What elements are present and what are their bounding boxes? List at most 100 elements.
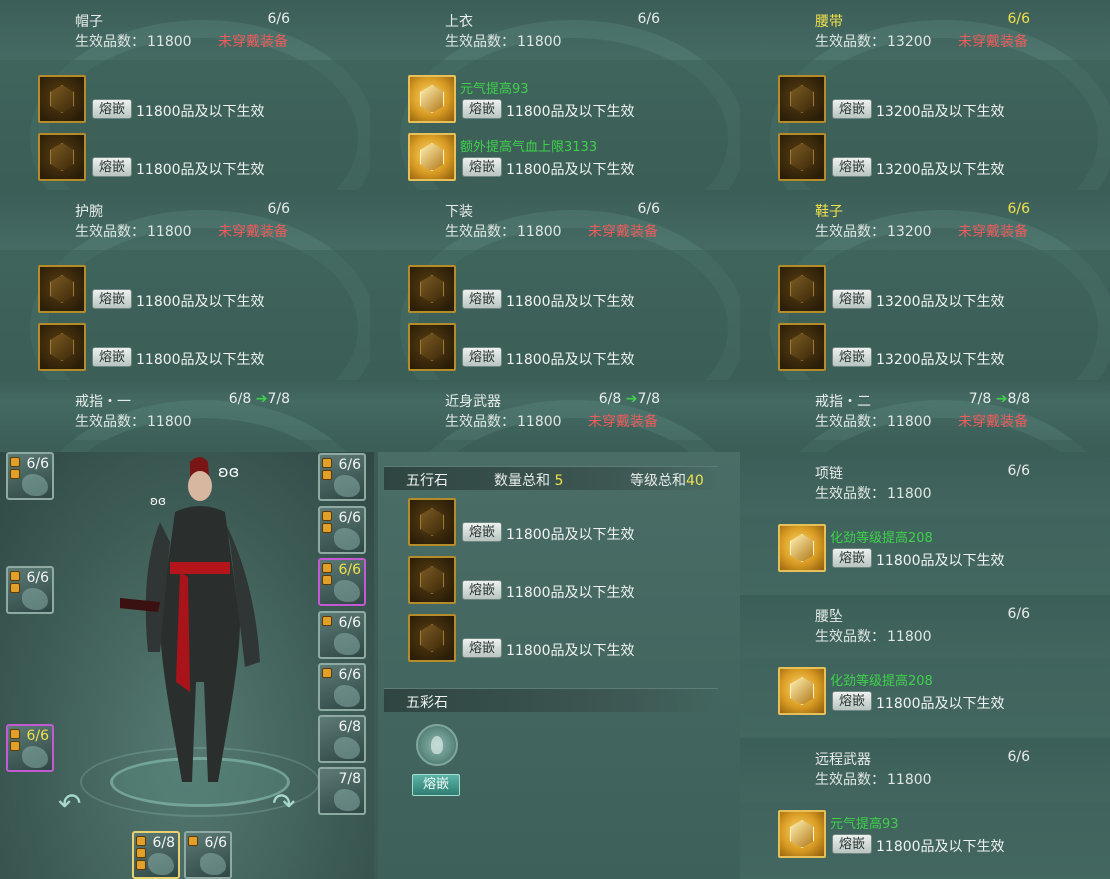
inlay-button[interactable]: 熔嵌 (92, 289, 133, 309)
quality-value: 11800 (147, 414, 192, 430)
inlay-button[interactable]: 熔嵌 (832, 289, 873, 309)
upgrade-arrow-icon: ➔ (625, 391, 638, 407)
slot-title: 近身武器 (445, 394, 501, 410)
slot-count: 6/6 (1007, 201, 1030, 217)
equip-slot[interactable]: 6/6 (6, 724, 54, 772)
quality-label: 生效品数： (815, 486, 885, 502)
inlay-button[interactable]: 熔嵌 (92, 157, 133, 177)
gem-row: 熔嵌 13200品及以下生效 (778, 75, 1108, 123)
gem-row: 熔嵌 13200品及以下生效 (778, 323, 1108, 371)
wuxing-title: 五行石 (406, 473, 448, 489)
equip-slot[interactable]: 6/6 (318, 558, 366, 606)
slot-title: 帽子 (75, 14, 103, 30)
quality-value: 11800 (517, 414, 562, 430)
equip-slot[interactable]: 6/6 (318, 453, 366, 501)
gem-socket-icon[interactable] (408, 75, 456, 123)
wuxing-row: 熔嵌 11800品及以下生效 (408, 556, 738, 604)
gem-requirement: 11800品及以下生效 (506, 527, 635, 543)
gem-row: 熔嵌 11800品及以下生效 (38, 265, 368, 313)
upgrade-count: 8/8 (1007, 391, 1030, 407)
slot-count: 6/6 (637, 11, 660, 27)
equip-slot[interactable]: 6/6 (184, 831, 232, 879)
quality-label: 生效品数： (815, 224, 885, 240)
inlay-button[interactable]: 熔嵌 (92, 99, 133, 119)
gem-socket-icon[interactable] (408, 614, 456, 662)
inlay-button[interactable]: 熔嵌 (462, 580, 503, 600)
quality-label: 生效品数： (445, 34, 515, 50)
inlay-button[interactable]: 熔嵌 (832, 99, 873, 119)
gem-bonus: 元气提高93 (830, 817, 899, 832)
quality-value: 11800 (147, 224, 192, 240)
equip-slot[interactable]: 6/6 (6, 566, 54, 614)
quality-value: 11800 (147, 34, 192, 50)
equip-slot[interactable]: 6/6 (318, 611, 366, 659)
inlay-button[interactable]: 熔嵌 (462, 157, 503, 177)
gem-socket-icon[interactable] (408, 323, 456, 371)
slot-level: 6/6 (26, 570, 49, 586)
gem-socket-icon[interactable] (38, 75, 86, 123)
equip-slot[interactable]: 6/6 (6, 452, 54, 500)
current-count: 7/8 (968, 391, 992, 407)
slot-title: 戒指・一 (75, 394, 131, 410)
equip-slot[interactable]: 7/8 (318, 767, 366, 815)
gem-socket-icon[interactable] (778, 810, 826, 858)
slot-panel-ring2: 戒指・二 7/8 ➔8/8 生效品数： 11800 未穿戴装备 (740, 380, 1110, 452)
rotate-left-icon[interactable]: ↶ (58, 787, 98, 820)
slot-panel-wrist: 护腕 6/6 生效品数： 11800 未穿戴装备 熔嵌 11800品及以下生效 熔… (0, 190, 370, 380)
slot-count: 6/6 (1007, 749, 1030, 765)
gem-requirement: 11800品及以下生效 (506, 643, 635, 659)
current-count: 6/8 (228, 391, 252, 407)
slot-level: 6/8 (152, 835, 175, 851)
slot-count: 7/8 ➔8/8 (890, 391, 1030, 407)
inlay-button[interactable]: 熔嵌 (832, 157, 873, 177)
inlay-button[interactable]: 熔嵌 (832, 548, 873, 568)
gem-row: 熔嵌 11800品及以下生效 (408, 323, 738, 371)
not-equipped-warning: 未穿戴装备 (218, 34, 288, 50)
slot-count: 6/6 (1007, 606, 1030, 622)
gem-requirement: 11800品及以下生效 (506, 104, 635, 120)
gem-socket-icon[interactable] (408, 498, 456, 546)
inlay-button[interactable]: 熔嵌 (462, 522, 503, 542)
not-equipped-warning: 未穿戴装备 (218, 224, 288, 240)
inlay-button[interactable]: 熔嵌 (462, 289, 503, 309)
gem-socket-icon[interactable] (38, 133, 86, 181)
quality-label: 生效品数： (815, 772, 885, 788)
color-stone-icon[interactable] (416, 724, 458, 766)
equip-slot[interactable]: 6/8 (132, 831, 180, 879)
gem-requirement: 11800品及以下生效 (136, 352, 265, 368)
gem-socket-icon[interactable] (778, 265, 826, 313)
color-stone-inlay-button[interactable]: 熔嵌 (412, 774, 460, 796)
slot-quality: 生效品数： 11800 (445, 31, 562, 51)
inlay-button[interactable]: 熔嵌 (462, 638, 503, 658)
gem-socket-icon[interactable] (778, 667, 826, 715)
gem-socket-icon[interactable] (408, 556, 456, 604)
inlay-button[interactable]: 熔嵌 (462, 347, 503, 367)
inlay-button[interactable]: 熔嵌 (462, 99, 503, 119)
gem-bonus: 化劲等级提高208 (830, 674, 933, 689)
gem-socket-icon[interactable] (778, 133, 826, 181)
gem-socket-icon[interactable] (408, 265, 456, 313)
gem-socket-icon[interactable] (778, 75, 826, 123)
equip-slot[interactable]: 6/6 (318, 663, 366, 711)
inlay-button[interactable]: 熔嵌 (832, 834, 873, 854)
character-preview[interactable]: ↶ ↷ ʚɞ ʚɞ 6/6 6/6 6/6 6/6 6/6 6/6 6/6 6/… (0, 452, 374, 879)
quality-label: 生效品数： (815, 414, 885, 430)
gem-socket-icon[interactable] (778, 323, 826, 371)
upgrade-arrow-icon: ➔ (995, 391, 1008, 407)
inlay-button[interactable]: 熔嵌 (92, 347, 133, 367)
equip-slot[interactable]: 6/8 (318, 715, 366, 763)
wuxing-lvl: 等级总和40 (630, 470, 704, 490)
slot-count: 6/8 ➔7/8 (520, 391, 660, 407)
gem-socket-icon[interactable] (778, 524, 826, 572)
slot-title: 远程武器 (815, 752, 871, 768)
gem-socket-icon[interactable] (38, 323, 86, 371)
inlay-button[interactable]: 熔嵌 (832, 347, 873, 367)
not-equipped-warning: 未穿戴装备 (958, 224, 1028, 240)
gem-socket-icon[interactable] (408, 133, 456, 181)
inlay-button[interactable]: 熔嵌 (832, 691, 873, 711)
gem-socket-icon[interactable] (38, 265, 86, 313)
accessory-panel-ranged: 远程武器 6/6 生效品数： 11800 元气提高93 熔嵌 11800品及以下生… (740, 738, 1110, 879)
gem-bonus: 额外提高气血上限3133 (460, 140, 598, 155)
equip-slot[interactable]: 6/6 (318, 506, 366, 554)
gem-inlay-page: 帽子 6/6 生效品数： 11800 未穿戴装备 熔嵌 11800品及以下生效 熔… (0, 0, 1110, 879)
